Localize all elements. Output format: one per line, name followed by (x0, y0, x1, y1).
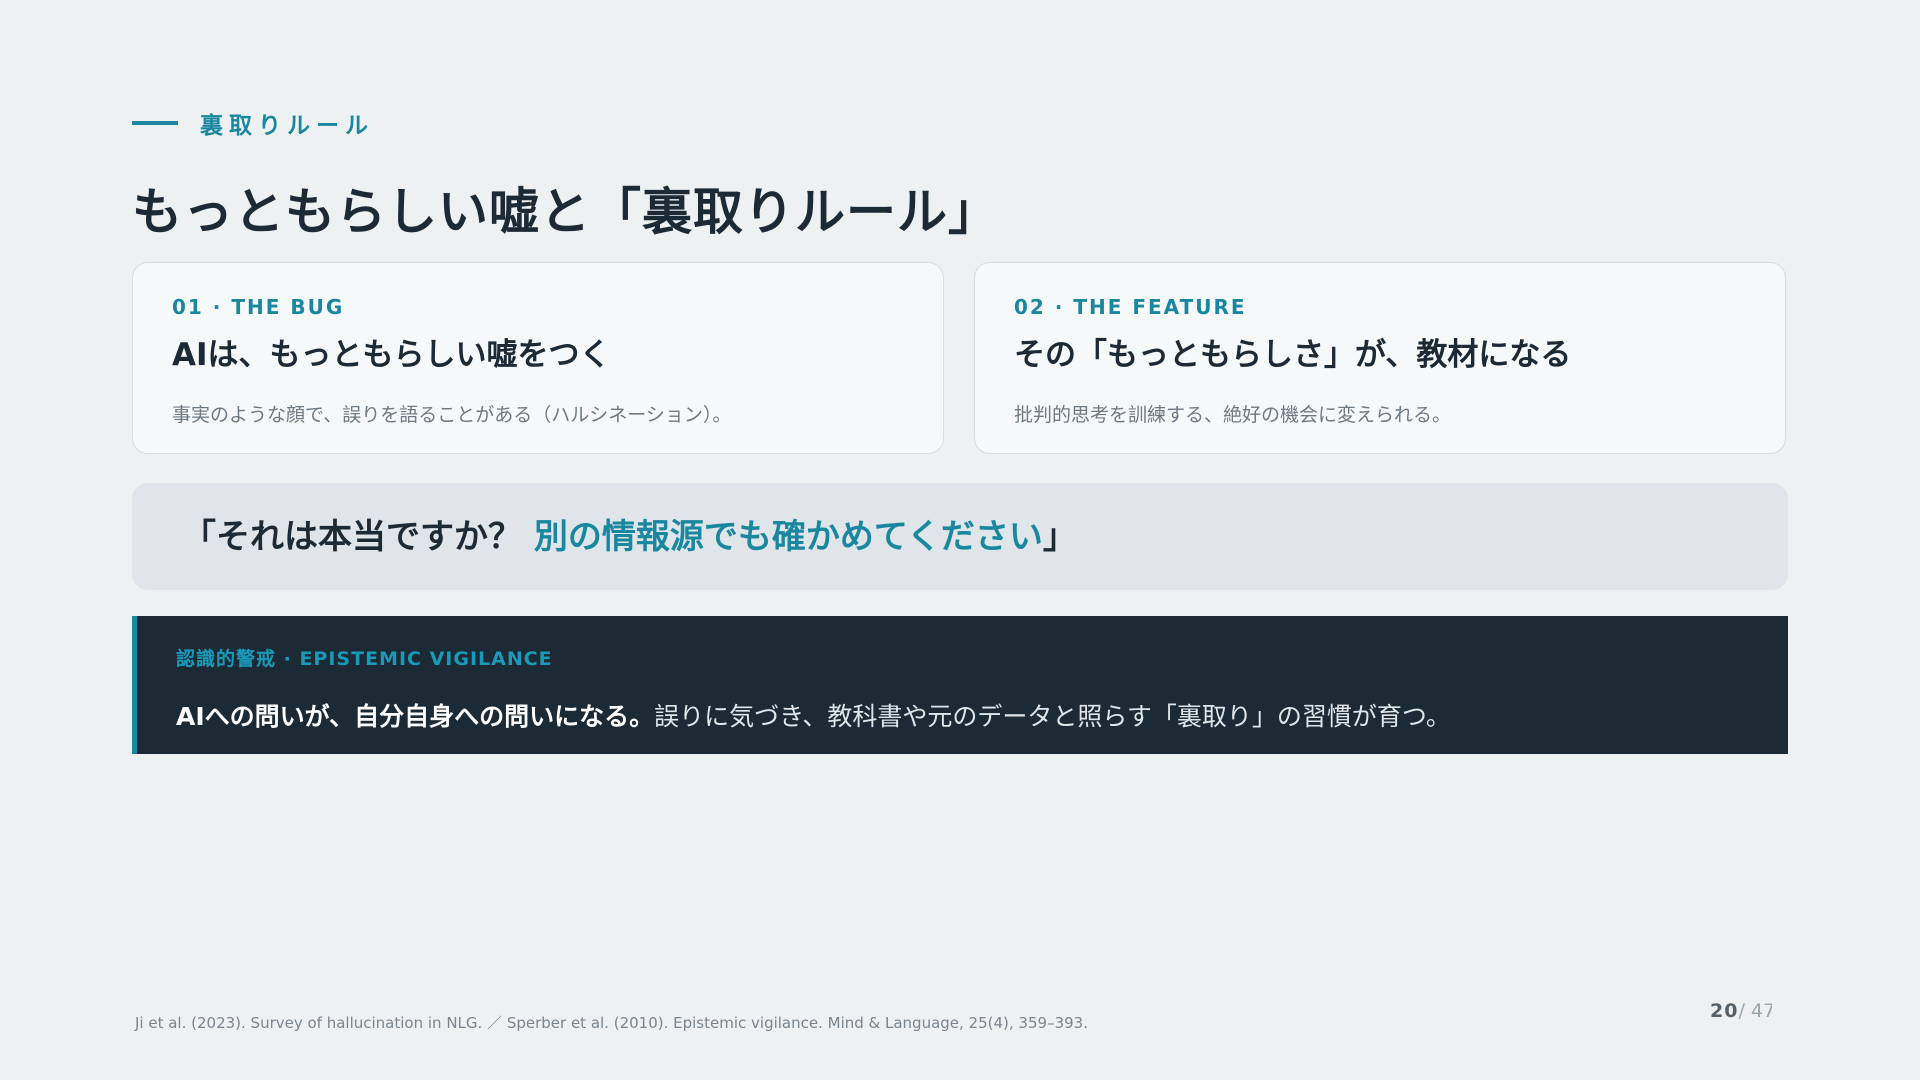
card-feature: 02 · THE FEATURE その「もっともらしさ」が、教材になる 批判的思… (974, 262, 1786, 454)
page-number: 20/ 47 (1710, 1000, 1772, 1022)
footer-citation: Ji et al. (2023). Survey of hallucinatio… (135, 1014, 1088, 1032)
card-description: 批判的思考を訓練する、絶好の機会に変えられる。 (1014, 404, 1452, 426)
quote-open: 「それは本当ですか？ (182, 517, 534, 557)
card-heading: その「もっともらしさ」が、教材になる (1014, 337, 1572, 373)
vigilance-strong: AIへの問いが、自分自身への問いになる。 (176, 702, 655, 731)
quote-accent: 別の情報源でも確かめてください (533, 517, 1043, 557)
section-eyebrow: 裏取りルール (132, 106, 374, 140)
quote-box: 「それは本当ですか？ 別の情報源でも確かめてください」 (132, 483, 1788, 590)
card-label: 01 · THE BUG (172, 295, 345, 319)
eyebrow-line (132, 121, 178, 125)
quote-text: 「それは本当ですか？ 別の情報源でも確かめてください」 (182, 509, 1077, 558)
quote-close: 」 (1042, 517, 1077, 557)
card-bug: 01 · THE BUG AIは、もっともらしい嘘をつく 事実のような顔で、誤り… (132, 262, 944, 454)
page-total: / 47 (1738, 1000, 1772, 1022)
epistemic-vigilance-box: 認識的警戒 · EPISTEMIC VIGILANCE AIへの問いが、自分自身… (132, 616, 1788, 754)
card-heading: AIは、もっともらしい嘘をつく (172, 337, 611, 373)
page-current: 20 (1710, 1000, 1739, 1022)
eyebrow-text: 裏取りルール (200, 113, 374, 139)
card-label: 02 · THE FEATURE (1014, 295, 1247, 319)
card-description: 事実のような顔で、誤りを語ることがある（ハルシネーション）。 (172, 404, 732, 426)
page-title: もっともらしい嘘と「裏取りルール」 (132, 183, 999, 241)
vigilance-label: 認識的警戒 · EPISTEMIC VIGILANCE (176, 648, 553, 670)
vigilance-body: AIへの問いが、自分自身への問いになる。誤りに気づき、教科書や元のデータと照らす… (176, 697, 1451, 733)
vigilance-normal: 誤りに気づき、教科書や元のデータと照らす「裏取り」の習慣が育つ。 (654, 702, 1451, 731)
